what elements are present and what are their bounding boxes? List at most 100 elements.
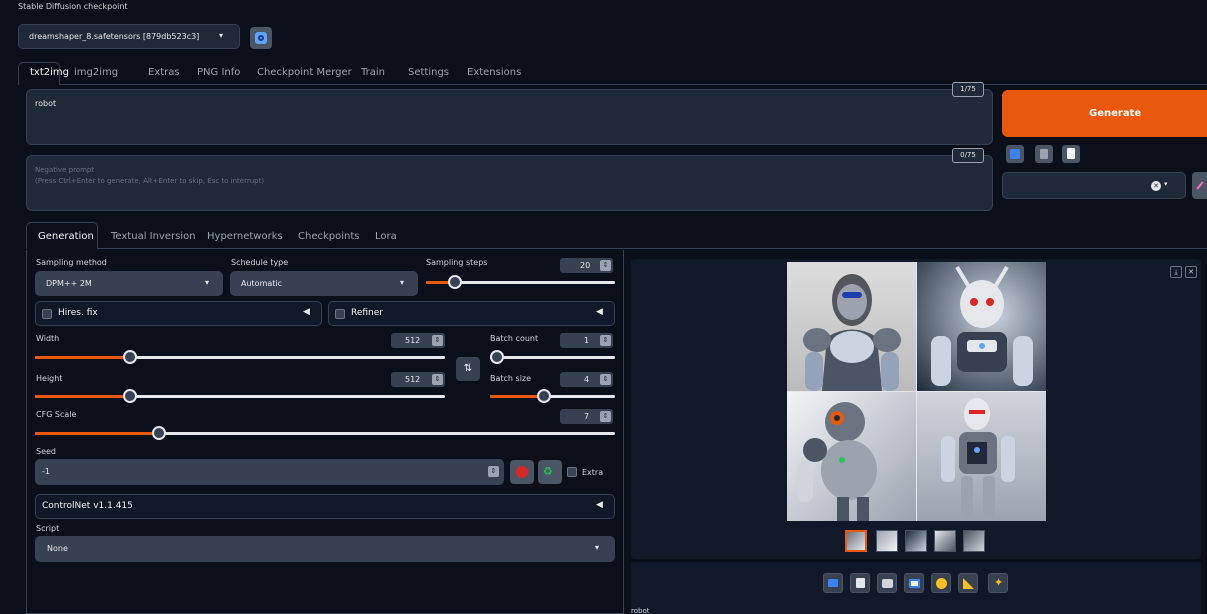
refresh-checkpoint-button[interactable] <box>250 27 272 49</box>
extra-label: Extra <box>582 468 604 477</box>
slider-handle[interactable] <box>537 389 551 403</box>
send-to-inpaint-button[interactable] <box>931 573 951 593</box>
stepper-icon[interactable]: ⇕ <box>600 335 611 346</box>
tab-textual-inversion[interactable]: Textual Inversion <box>111 231 196 242</box>
stepper-icon[interactable]: ⇕ <box>488 466 499 477</box>
output-caption: robot <box>631 607 650 614</box>
sampling-steps-input[interactable]: 20 ⇕ <box>560 258 613 273</box>
script-dropdown[interactable]: None ▾ <box>35 536 615 562</box>
batch-size-input[interactable]: 4 ⇕ <box>560 372 613 387</box>
send-to-extras-button[interactable] <box>958 573 978 593</box>
hires-fix-checkbox[interactable] <box>42 309 52 319</box>
palette-icon <box>936 578 947 589</box>
save-button[interactable] <box>850 573 870 593</box>
cfg-scale-input[interactable]: 7 ⇕ <box>560 409 613 424</box>
tab-checkpoints[interactable]: Checkpoints <box>298 231 359 242</box>
swap-dimensions-button[interactable]: ⇅ <box>456 357 480 381</box>
thumbnail-image-1[interactable] <box>876 530 898 552</box>
thumbnail-grid[interactable] <box>845 530 867 552</box>
refresh-icon <box>255 32 267 44</box>
slider-handle[interactable] <box>448 275 462 289</box>
thumbnail-image-2[interactable] <box>905 530 927 552</box>
thumbnail-image-4[interactable] <box>963 530 985 552</box>
generate-button[interactable]: Generate <box>1002 90 1207 137</box>
checkpoint-value: dreamshaper_8.safetensors [879db523c3] <box>29 32 200 41</box>
tab-img2img[interactable]: img2img <box>74 67 118 78</box>
refiner-accordion[interactable]: Refiner ◀ <box>328 301 615 326</box>
clear-prompt-button[interactable] <box>1035 145 1053 163</box>
cfg-scale-slider[interactable] <box>35 426 615 440</box>
tab-lora[interactable]: Lora <box>375 231 397 242</box>
chevron-down-icon: ▾ <box>1164 180 1168 188</box>
sampling-steps-label: Sampling steps <box>426 258 488 267</box>
generated-image-1[interactable] <box>787 262 916 391</box>
tab-extras[interactable]: Extras <box>148 67 180 78</box>
batch-size-slider[interactable] <box>490 389 615 403</box>
seed-input[interactable]: -1 ⇕ <box>35 459 504 485</box>
tab-settings[interactable]: Settings <box>408 67 449 78</box>
thumbnail-image-3[interactable] <box>934 530 956 552</box>
extra-checkbox[interactable] <box>567 467 577 477</box>
download-icon[interactable]: ⤓ <box>1170 266 1182 278</box>
negative-prompt-placeholder: Negative prompt (Press Ctrl+Enter to gen… <box>35 166 265 185</box>
generated-image-3[interactable] <box>787 392 916 521</box>
tab-generation[interactable]: Generation <box>38 231 94 242</box>
close-icon[interactable]: ✕ <box>1185 266 1197 278</box>
tab-txt2img[interactable]: txt2img <box>30 67 69 78</box>
checkpoint-label: Stable Diffusion checkpoint <box>18 2 128 11</box>
slider-handle[interactable] <box>123 389 137 403</box>
edit-styles-button[interactable] <box>1192 172 1207 199</box>
open-folder-button[interactable] <box>823 573 843 593</box>
slider-handle[interactable] <box>152 426 166 440</box>
generated-image-grid[interactable] <box>787 262 1046 521</box>
send-to-img2img-button[interactable] <box>904 573 924 593</box>
apply-styles-button[interactable] <box>1062 145 1080 163</box>
height-value: 512 <box>405 375 421 384</box>
tab-hypernetworks[interactable]: Hypernetworks <box>207 231 283 242</box>
random-seed-button[interactable] <box>510 460 534 484</box>
swap-icon: ⇅ <box>463 363 473 374</box>
tab-train[interactable]: Train <box>361 67 385 78</box>
prompt-box[interactable]: robot <box>26 89 993 145</box>
generated-image-2[interactable] <box>917 262 1046 391</box>
script-value: None <box>47 544 68 553</box>
stepper-icon[interactable]: ⇕ <box>432 335 443 346</box>
batch-count-input[interactable]: 1 ⇕ <box>560 333 613 348</box>
tab-checkpoint-merger[interactable]: Checkpoint Merger <box>257 67 352 78</box>
hires-fix-accordion[interactable]: Hires. fix ◀ <box>35 301 322 326</box>
negative-prompt-box[interactable]: Negative prompt (Press Ctrl+Enter to gen… <box>26 155 993 211</box>
zip-button[interactable] <box>877 573 897 593</box>
checkpoint-dropdown[interactable]: dreamshaper_8.safetensors [879db523c3] ▾ <box>18 24 240 49</box>
height-label: Height <box>36 374 63 383</box>
generated-image-4[interactable] <box>917 392 1046 521</box>
stepper-icon[interactable]: ⇕ <box>600 411 611 422</box>
styles-dropdown[interactable]: ✕ ▾ <box>1002 172 1186 199</box>
slider-handle[interactable] <box>490 350 504 364</box>
folder-icon <box>828 579 838 587</box>
refiner-checkbox[interactable] <box>335 309 345 319</box>
controlnet-accordion[interactable]: ControlNet v1.1.415 ◀ <box>35 494 615 519</box>
batch-count-slider[interactable] <box>490 350 615 364</box>
stepper-icon[interactable]: ⇕ <box>600 260 611 271</box>
width-value: 512 <box>405 336 421 345</box>
slider-handle[interactable] <box>123 350 137 364</box>
read-params-button[interactable] <box>1006 145 1024 163</box>
stepper-icon[interactable]: ⇕ <box>432 374 443 385</box>
upscale-button[interactable]: ✦ <box>988 573 1008 593</box>
width-slider[interactable] <box>35 350 445 364</box>
schedule-type-label: Schedule type <box>231 258 289 267</box>
width-input[interactable]: 512 ⇕ <box>391 333 445 348</box>
schedule-type-dropdown[interactable]: Automatic ▾ <box>230 271 418 296</box>
stepper-icon[interactable]: ⇕ <box>600 374 611 385</box>
sampling-steps-slider[interactable] <box>426 275 615 289</box>
seed-value: -1 <box>42 467 50 476</box>
close-icon[interactable]: ✕ <box>1151 181 1161 191</box>
height-slider[interactable] <box>35 389 445 403</box>
sampling-method-dropdown[interactable]: DPM++ 2M ▾ <box>35 271 223 296</box>
reuse-seed-button[interactable]: ♻ <box>538 460 562 484</box>
height-input[interactable]: 512 ⇕ <box>391 372 445 387</box>
tab-png-info[interactable]: PNG Info <box>197 67 240 78</box>
generation-tab-bar: Generation Textual Inversion Hypernetwor… <box>26 222 1207 249</box>
webui-app: Stable Diffusion checkpoint dreamshaper_… <box>0 0 1207 614</box>
tab-extensions[interactable]: Extensions <box>467 67 521 78</box>
